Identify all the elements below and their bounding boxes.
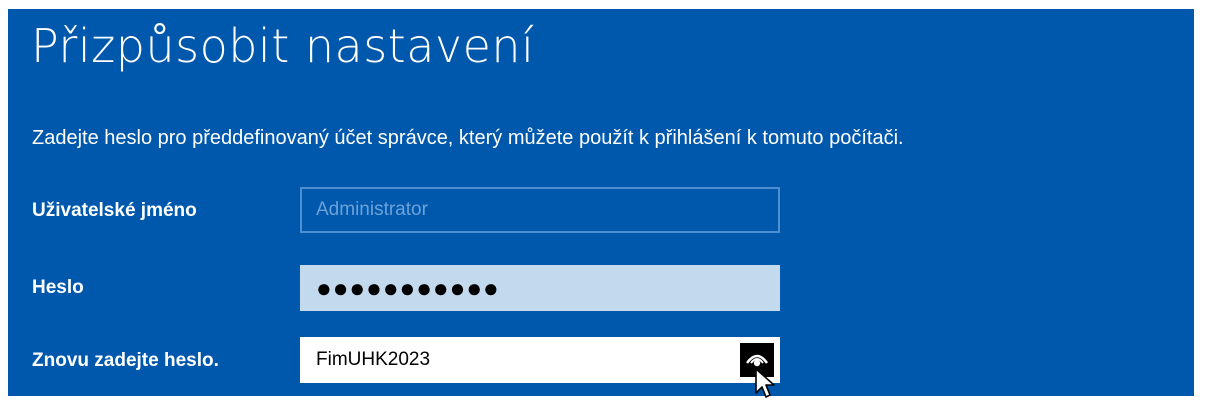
password-field[interactable]: ●●●●●●●●●●●: [300, 265, 780, 311]
mouse-cursor-icon: [755, 368, 775, 398]
page-title: Přizpůsobit nastavení: [31, 19, 535, 73]
setup-panel: Přizpůsobit nastavení Zadejte heslo pro …: [8, 9, 1194, 398]
confirm-password-label: Znovu zadejte heslo.: [32, 350, 219, 371]
username-field[interactable]: Administrator: [300, 187, 780, 233]
confirm-password-value: FimUHK2023: [316, 349, 431, 370]
password-label: Heslo: [32, 277, 84, 298]
username-label: Uživatelské jméno: [32, 200, 197, 221]
confirm-password-field[interactable]: FimUHK2023: [300, 337, 780, 383]
page-description: Zadejte heslo pro předdefinovaný účet sp…: [32, 127, 904, 149]
